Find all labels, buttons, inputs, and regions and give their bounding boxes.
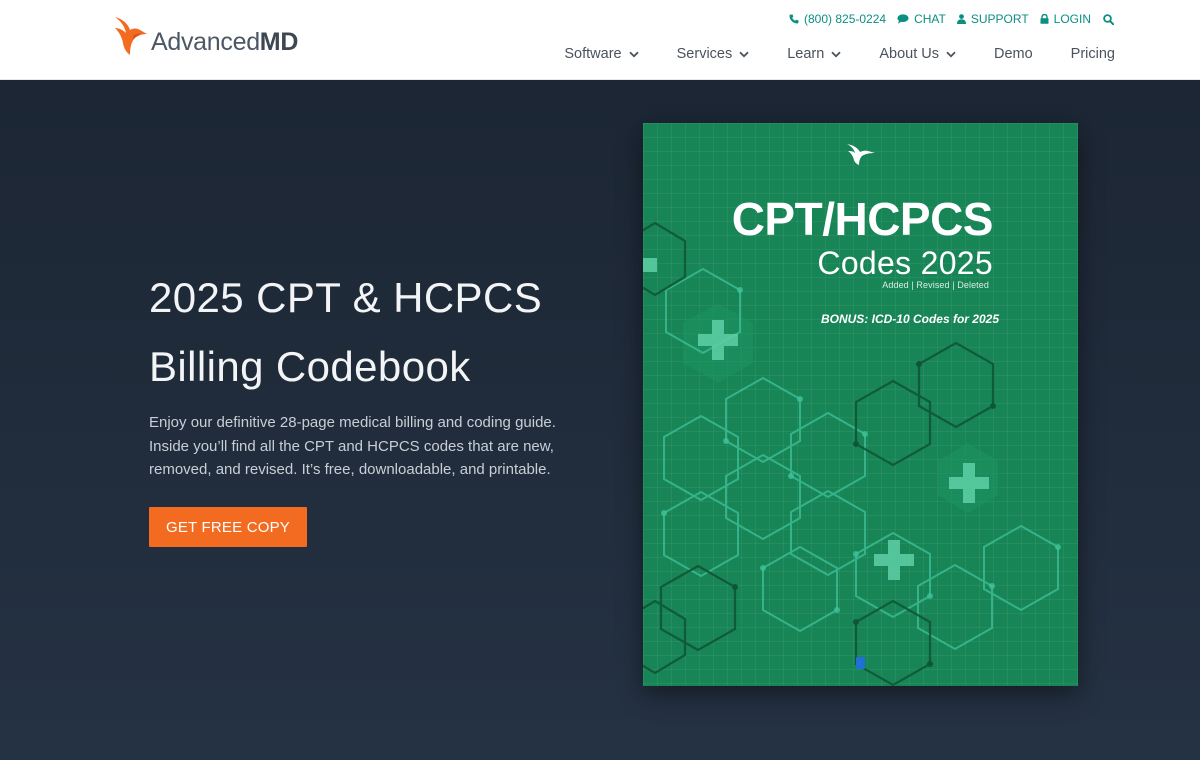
cover-title: CPT/HCPCS — [731, 193, 994, 245]
nav-item-label: Services — [676, 46, 733, 62]
lock-icon — [1040, 14, 1049, 24]
hero-title-line-1: 2025 CPT & HCPCS — [149, 274, 543, 321]
cover-marker — [856, 657, 865, 669]
chevron-down-icon — [946, 51, 956, 57]
nav-item-label: Learn — [787, 46, 825, 62]
nav-item-pricing[interactable]: Pricing — [1071, 46, 1115, 62]
cover-tags: Added | Revised | Deleted — [882, 280, 989, 290]
nav-item-label: Software — [564, 46, 622, 62]
login-label: LOGIN — [1053, 12, 1091, 26]
logo-wordmark-regular: Advanced — [151, 27, 260, 56]
logo-wordmark: AdvancedMD — [151, 27, 299, 56]
nav-item-software[interactable]: Software — [564, 46, 639, 62]
phone-icon — [789, 14, 799, 24]
logo-wordmark-bold: MD — [259, 27, 299, 56]
nav-item-about-us[interactable]: About Us — [879, 46, 956, 62]
chevron-down-icon — [739, 51, 749, 57]
hummingbird-icon — [847, 144, 875, 165]
support-link[interactable]: SUPPORT — [956, 12, 1029, 26]
cover-subtitle: Codes 2025 — [817, 245, 993, 281]
search-button[interactable] — [1103, 13, 1114, 25]
main-nav: Software Services Learn About Us Demo Pr… — [564, 44, 1115, 64]
chat-link[interactable]: CHAT — [897, 12, 946, 26]
support-label: SUPPORT — [970, 12, 1029, 26]
get-free-copy-button[interactable]: GET FREE COPY — [149, 507, 307, 547]
phone-number: (800) 825-0224 — [804, 12, 887, 26]
codebook-cover-image: CPT/HCPCS Codes 2025 Added | Revised | D… — [643, 123, 1078, 686]
user-icon — [956, 14, 966, 24]
site-header: AdvancedMD (800) 825-0224 CHAT SUPPORT L… — [0, 0, 1200, 80]
login-link[interactable]: LOGIN — [1040, 12, 1091, 26]
nav-item-demo[interactable]: Demo — [994, 46, 1033, 62]
hero-description: Enjoy our definitive 28-page medical bil… — [149, 414, 556, 479]
nav-item-label: Pricing — [1070, 46, 1115, 62]
hero-title: 2025 CPT & HCPCS Billing Codebook — [149, 263, 609, 401]
chevron-down-icon — [831, 51, 841, 57]
search-icon — [1103, 13, 1114, 25]
phone-link[interactable]: (800) 825-0224 — [789, 12, 886, 26]
hero-section: 2025 CPT & HCPCS Billing Codebook Enjoy … — [0, 80, 1200, 760]
nav-item-learn[interactable]: Learn — [787, 46, 841, 62]
hummingbird-logo-icon — [115, 17, 147, 55]
nav-item-services[interactable]: Services — [677, 46, 750, 62]
chat-icon — [897, 14, 909, 24]
nav-item-label: About Us — [879, 46, 939, 62]
utility-nav: (800) 825-0224 CHAT SUPPORT LOGIN — [789, 12, 1114, 26]
chevron-down-icon — [628, 51, 639, 57]
hero-title-line-2: Billing Codebook — [149, 343, 471, 390]
nav-item-label: Demo — [993, 46, 1033, 62]
cover-bonus: BONUS: ICD-10 Codes for 2025 — [820, 312, 999, 326]
advancedmd-logo[interactable]: AdvancedMD — [113, 12, 298, 58]
chat-label: CHAT — [914, 12, 946, 26]
